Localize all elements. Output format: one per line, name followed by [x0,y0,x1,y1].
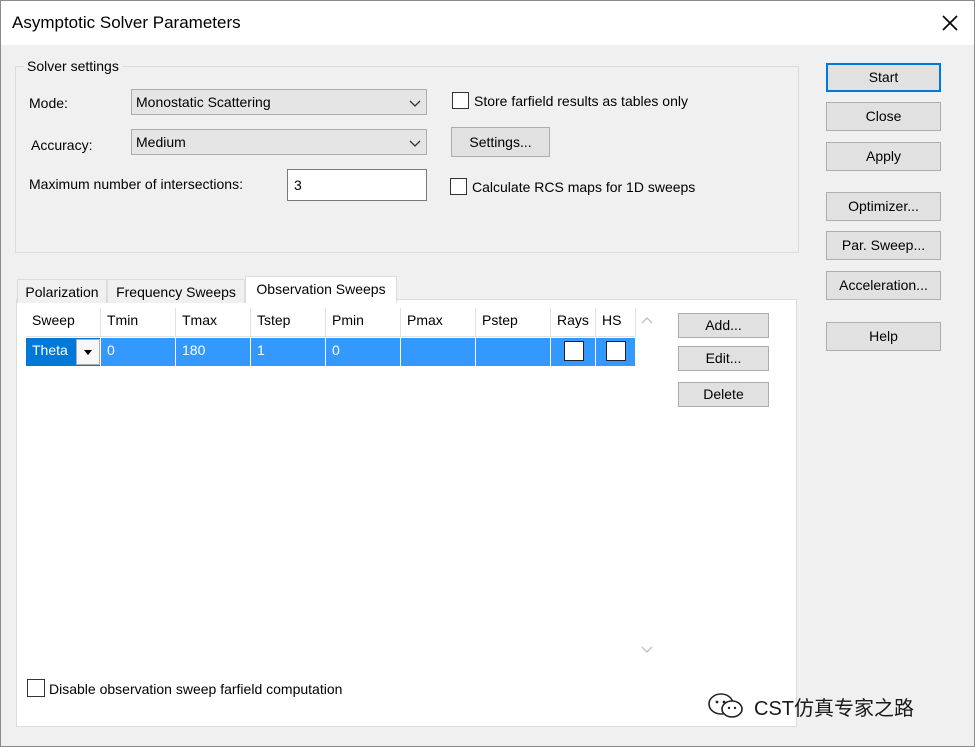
par-sweep-button[interactable]: Par. Sweep... [826,231,941,260]
chevron-down-icon [409,100,421,107]
edit-button[interactable]: Edit... [678,346,769,371]
pmax-cell[interactable] [401,338,476,366]
rcs-maps-label: Calculate RCS maps for 1D sweeps [472,179,696,195]
tmax-value: 180 [182,342,206,358]
column-header-label: HS [602,312,622,328]
chevron-down-icon [409,140,421,147]
settings-button[interactable]: Settings... [451,127,550,157]
disable-farfield-label: Disable observation sweep farfield compu… [49,681,343,697]
column-header-tmax: Tmax [176,308,251,337]
apply-button[interactable]: Apply [826,142,941,171]
mode-label: Mode: [29,95,68,111]
acceleration-button[interactable]: Acceleration... [826,271,941,300]
column-header-label: Pstep [482,312,518,328]
chevron-down-icon [84,350,92,355]
add-button[interactable]: Add... [678,313,769,338]
tstep-value: 1 [257,342,265,358]
column-header-label: Tmax [182,312,217,328]
window-title: Asymptotic Solver Parameters [12,13,241,32]
column-header-label: Pmax [407,312,443,328]
max-intersections-input[interactable] [288,170,426,200]
pstep-cell[interactable] [476,338,551,366]
close-button[interactable]: Close [826,102,941,131]
sweep-cell[interactable]: Theta [26,338,101,366]
mode-select[interactable]: Monostatic Scattering [131,89,427,115]
pmin-value: 0 [332,342,340,358]
table-scrollbar[interactable] [637,308,657,661]
column-header-hs: HS [596,308,636,337]
tmin-value: 0 [107,342,115,358]
column-header-tmin: Tmin [101,308,176,337]
max-intersections-field[interactable] [287,169,427,201]
chevron-up-icon[interactable] [641,316,653,324]
delete-button[interactable]: Delete [678,382,769,407]
disable-farfield-checkbox[interactable] [27,679,45,697]
title-bar: Asymptotic Solver Parameters [1,1,974,45]
column-header-label: Tmin [107,312,139,328]
column-header-tstep: Tstep [251,308,326,337]
rays-cell [551,338,596,366]
wechat-icon [708,693,743,718]
optimizer-button[interactable]: Optimizer... [826,192,941,221]
help-button[interactable]: Help [826,322,941,351]
solver-settings-title: Solver settings [24,58,122,74]
column-header-label: Pmin [332,312,364,328]
tmin-cell[interactable]: 0 [101,338,176,366]
column-header-label: Tstep [257,312,291,328]
mode-value: Monostatic Scattering [136,94,271,110]
column-header-label: Sweep [32,312,75,328]
column-header-sweep: Sweep [26,308,101,337]
max-intersections-label: Maximum number of intersections: [29,176,243,192]
column-header-rays: Rays [551,308,596,337]
store-farfield-checkbox[interactable] [452,92,469,109]
sweep-value: Theta [32,342,68,358]
tab-frequency-sweeps[interactable]: Frequency Sweeps [107,279,245,303]
tstep-cell[interactable]: 1 [251,338,326,366]
column-header-pmax: Pmax [401,308,476,337]
dialog-window: Asymptotic Solver Parameters Solver sett… [0,0,975,747]
tab-polarization[interactable]: Polarization [17,279,107,303]
sweep-dropdown-button[interactable] [76,339,100,365]
column-header-pmin: Pmin [326,308,401,337]
hs-checkbox[interactable] [606,341,626,361]
store-farfield-label: Store farfield results as tables only [474,93,688,109]
tab-observation-sweeps[interactable]: Observation Sweeps [245,276,397,303]
watermark-text: CST仿真专家之路 [754,697,914,720]
pmin-cell[interactable]: 0 [326,338,401,366]
accuracy-select[interactable]: Medium [131,129,427,155]
close-icon[interactable] [936,9,964,37]
rcs-maps-checkbox[interactable] [450,178,467,195]
hs-cell [596,338,636,366]
rays-checkbox[interactable] [564,341,584,361]
observation-sweeps-table: Sweep Tmin Tmax Tstep Pmin Pmax Pstep Ra… [26,308,636,661]
accuracy-label: Accuracy: [31,137,93,153]
accuracy-value: Medium [136,134,186,150]
chevron-down-icon[interactable] [641,646,653,654]
column-header-label: Rays [557,312,589,328]
start-button[interactable]: Start [826,63,941,92]
column-header-pstep: Pstep [476,308,551,337]
watermark: CST仿真专家之路 [706,691,914,721]
tmax-cell[interactable]: 180 [176,338,251,366]
